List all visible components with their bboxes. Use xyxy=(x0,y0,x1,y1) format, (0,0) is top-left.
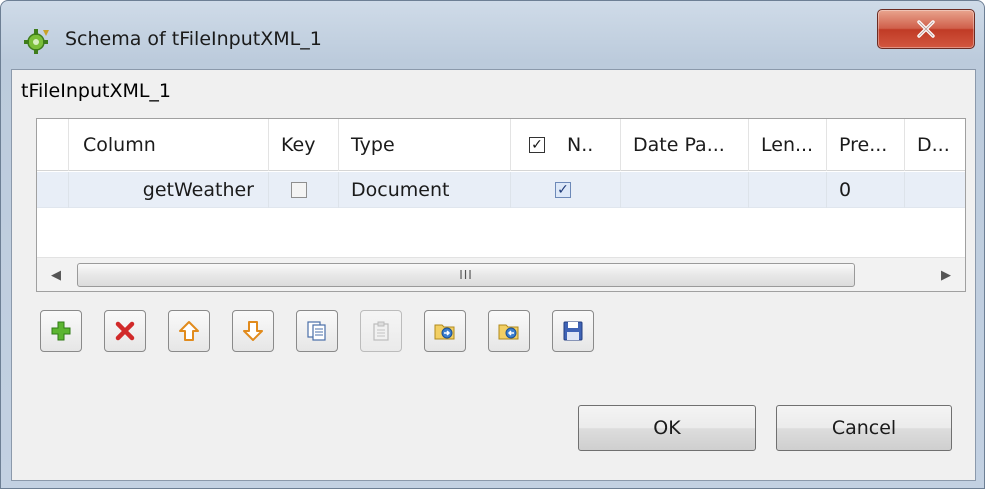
header-column[interactable]: Column xyxy=(69,119,269,171)
delete-icon xyxy=(115,321,135,341)
cell-nullable[interactable]: ✓ xyxy=(511,172,621,208)
cell-column[interactable]: getWeather xyxy=(69,172,269,208)
save-button[interactable] xyxy=(552,310,594,352)
header-nullable-label: N.. xyxy=(567,134,594,156)
add-button[interactable] xyxy=(40,310,82,352)
component-label: tFileInputXML_1 xyxy=(21,80,172,102)
cell-key[interactable] xyxy=(269,172,339,208)
cancel-button[interactable]: Cancel xyxy=(776,405,952,451)
copy-button[interactable] xyxy=(296,310,338,352)
close-button[interactable] xyxy=(877,9,975,49)
cell-type[interactable]: Document xyxy=(339,172,511,208)
header-default[interactable]: D... xyxy=(905,119,965,171)
ok-button[interactable]: OK xyxy=(578,405,756,451)
export-button[interactable] xyxy=(488,310,530,352)
header-date-pattern[interactable]: Date Pa... xyxy=(621,119,749,171)
export-icon xyxy=(498,324,519,340)
header-key[interactable]: Key xyxy=(269,119,339,171)
row-header-spacer xyxy=(37,119,69,171)
cell-length[interactable] xyxy=(749,172,827,208)
cell-date-pattern[interactable] xyxy=(621,172,749,208)
move-down-button[interactable] xyxy=(232,310,274,352)
window-title: Schema of tFileInputXML_1 xyxy=(65,28,322,50)
schema-table: Column Key Type ✓ N.. Date Pa... Len... … xyxy=(36,118,966,292)
dialog-window: Schema of tFileInputXML_1 tFileInputXML_… xyxy=(0,0,985,489)
scroll-right-icon[interactable]: ▶ xyxy=(927,258,965,291)
add-icon xyxy=(51,321,71,341)
header-precision[interactable]: Pre... xyxy=(827,119,905,171)
schema-toolbar xyxy=(40,310,600,354)
title-bar[interactable]: Schema of tFileInputXML_1 xyxy=(1,1,984,63)
cell-default[interactable] xyxy=(905,172,965,208)
delete-button[interactable] xyxy=(104,310,146,352)
table-header: Column Key Type ✓ N.. Date Pa... Len... … xyxy=(37,119,965,171)
row-selector[interactable] xyxy=(37,172,69,208)
paste-button[interactable] xyxy=(360,310,402,352)
save-icon xyxy=(563,321,583,341)
schema-icon xyxy=(24,29,49,54)
scroll-left-icon[interactable]: ◀ xyxy=(37,258,75,291)
move-down-icon xyxy=(243,321,263,341)
copy-icon xyxy=(307,321,326,341)
move-up-icon xyxy=(179,321,199,341)
scroll-thumb[interactable]: III xyxy=(77,263,855,287)
close-icon xyxy=(917,20,935,38)
move-up-button[interactable] xyxy=(168,310,210,352)
horizontal-scrollbar[interactable]: ◀ III ▶ xyxy=(37,257,965,291)
nullable-checkbox[interactable]: ✓ xyxy=(555,182,571,198)
key-checkbox[interactable] xyxy=(291,182,307,198)
import-button[interactable] xyxy=(424,310,466,352)
header-length[interactable]: Len... xyxy=(749,119,827,171)
header-type[interactable]: Type xyxy=(339,119,511,171)
paste-icon xyxy=(373,321,389,341)
import-icon xyxy=(434,324,455,340)
cell-precision[interactable]: 0 xyxy=(827,172,905,208)
nullable-header-checkbox[interactable]: ✓ xyxy=(529,137,545,153)
table-row[interactable]: getWeather Document ✓ 0 xyxy=(37,172,965,208)
header-nullable[interactable]: ✓ N.. xyxy=(511,119,621,171)
